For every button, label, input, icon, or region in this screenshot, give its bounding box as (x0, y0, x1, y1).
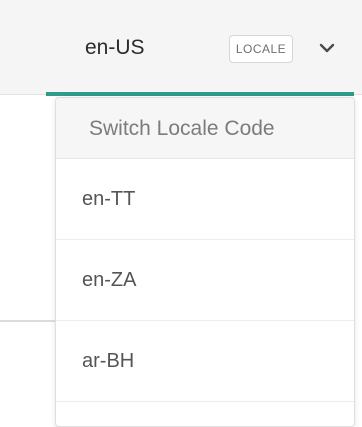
locale-selector[interactable]: en-US LOCALE (46, 0, 354, 95)
locale-dropdown: Switch Locale Code en-TT en-ZA ar-BH (55, 97, 355, 427)
background-divider (0, 320, 56, 322)
locale-option[interactable]: en-ZA (56, 240, 354, 321)
locale-option[interactable]: en-TT (56, 159, 354, 240)
locale-selector-underline (46, 92, 354, 96)
locale-option[interactable]: ar-BH (56, 321, 354, 402)
dropdown-header: Switch Locale Code (56, 98, 354, 159)
current-locale-label: en-US (85, 36, 145, 59)
chevron-down-icon[interactable] (319, 42, 335, 54)
top-bar: en-US LOCALE (0, 0, 362, 95)
locale-tag: LOCALE (229, 35, 293, 63)
